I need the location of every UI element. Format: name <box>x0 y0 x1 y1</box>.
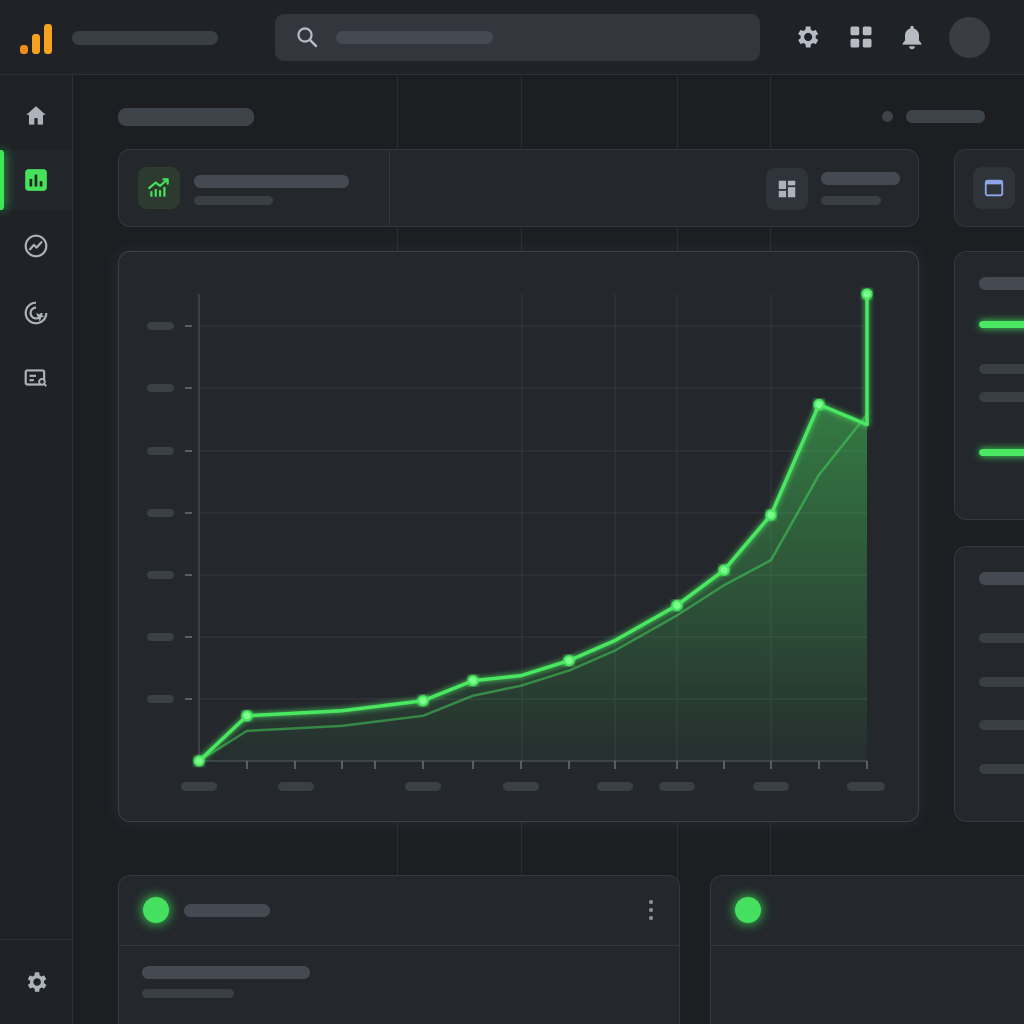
sidebar-item-analytics[interactable] <box>0 150 72 210</box>
x-tick-label <box>597 782 633 791</box>
x-tick-label <box>405 782 441 791</box>
data-point <box>718 564 730 576</box>
stat-progress-bar <box>979 321 1024 328</box>
search-icon <box>297 27 318 48</box>
list-title-placeholder <box>979 572 1024 585</box>
stat-progress-bar <box>979 449 1024 456</box>
sidebar-item-trends[interactable] <box>0 216 72 276</box>
layout-label-placeholder <box>821 172 900 185</box>
calendar-button[interactable] <box>973 167 1015 209</box>
page-title-placeholder <box>118 108 254 126</box>
sidebar-divider <box>0 939 72 940</box>
search-bar[interactable] <box>275 14 760 61</box>
status-text-placeholder <box>906 110 985 123</box>
y-tick-label <box>147 384 174 392</box>
data-point <box>563 655 575 667</box>
x-tick-label <box>181 782 217 791</box>
layout-toggle-button[interactable] <box>766 168 808 210</box>
metric-subtitle-placeholder <box>194 196 273 205</box>
x-tick-label <box>753 782 789 791</box>
window-icon <box>984 179 1004 197</box>
data-point <box>671 599 683 611</box>
y-tick-label <box>147 695 174 703</box>
status-indicator <box>735 897 761 923</box>
y-tick-label <box>147 447 174 455</box>
data-point <box>813 398 825 410</box>
line-chart <box>147 288 885 791</box>
more-options-icon[interactable] <box>647 898 655 924</box>
data-point <box>765 509 777 521</box>
card-divider <box>119 945 679 946</box>
area-fill <box>199 294 867 761</box>
status-indicator <box>143 897 169 923</box>
card-title-placeholder <box>184 904 270 917</box>
sidebar-item-home[interactable] <box>0 86 72 146</box>
list-item <box>979 720 1024 730</box>
home-icon <box>26 106 46 125</box>
search-placeholder <box>336 31 493 44</box>
data-point <box>193 755 205 767</box>
y-tick-label <box>147 571 174 579</box>
chart-card <box>118 251 919 822</box>
bell-icon[interactable] <box>898 23 926 51</box>
card-divider <box>389 150 390 226</box>
data-point <box>241 710 253 722</box>
list-item <box>979 633 1024 643</box>
card-divider <box>711 945 1024 946</box>
app-title-placeholder <box>72 31 218 45</box>
stat-label-placeholder <box>979 364 1024 374</box>
sidebar <box>0 75 73 1024</box>
stat-label-placeholder <box>979 392 1024 402</box>
card-body-placeholder <box>142 966 310 979</box>
y-tick-label <box>147 509 174 517</box>
list-card <box>954 546 1024 822</box>
stat-title-placeholder <box>979 277 1024 290</box>
x-tick-label <box>847 782 885 791</box>
y-tick-label <box>147 633 174 641</box>
gear-icon[interactable] <box>793 23 821 51</box>
trend-icon <box>24 234 48 258</box>
dashboard-icon <box>778 180 796 198</box>
metric-tile <box>138 167 180 209</box>
bottom-card-left <box>118 875 680 1024</box>
layout-sub-placeholder <box>821 196 881 205</box>
metric-header-card <box>118 149 919 227</box>
bar-chart-logo-icon[interactable] <box>20 20 54 54</box>
stats-card <box>954 251 1024 520</box>
status-dot <box>882 111 893 122</box>
calendar-card <box>954 149 1024 227</box>
x-tick-label <box>503 782 539 791</box>
trending-up-icon <box>148 178 169 197</box>
sidebar-item-reports[interactable] <box>0 348 72 408</box>
x-tick-label <box>278 782 314 791</box>
target-click-icon <box>24 301 48 325</box>
data-point <box>467 675 479 687</box>
metric-title-placeholder <box>194 175 349 188</box>
top-header <box>0 0 1024 75</box>
list-item <box>979 764 1024 774</box>
list-item <box>979 677 1024 687</box>
card-body-sub-placeholder <box>142 989 234 998</box>
sidebar-item-settings[interactable] <box>0 952 72 1012</box>
y-tick-label <box>147 322 174 330</box>
avatar[interactable] <box>949 17 990 58</box>
gear-icon <box>27 972 47 992</box>
grid-icon[interactable] <box>847 23 875 51</box>
data-point <box>417 695 429 707</box>
data-point <box>861 288 873 300</box>
report-icon <box>24 369 47 387</box>
bottom-card-right <box>710 875 1024 1024</box>
analytics-icon <box>25 169 47 191</box>
x-tick-label <box>659 782 695 791</box>
sidebar-item-targets[interactable] <box>0 283 72 343</box>
